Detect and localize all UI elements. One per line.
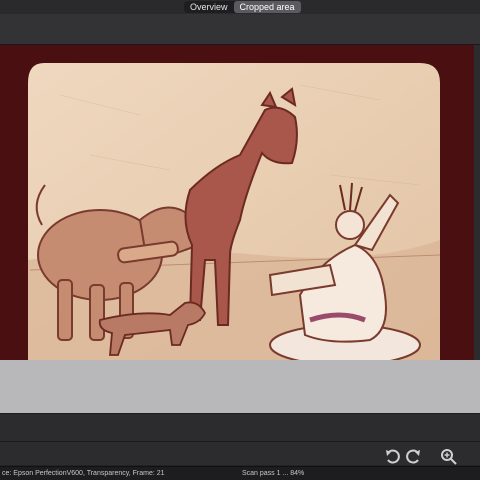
rotate-right-icon[interactable]	[404, 448, 422, 466]
status-bar: ce: Epson PerfectionV600, Transparency, …	[0, 466, 480, 480]
rotate-left-icon[interactable]	[384, 448, 402, 466]
preview-scrollbar[interactable]	[474, 45, 480, 360]
preview-empty-area	[0, 360, 480, 413]
toolbar-strip	[0, 14, 480, 45]
panel-divider	[0, 441, 480, 442]
top-bar: Overview Cropped area	[0, 0, 480, 14]
view-segmented-control: Overview Cropped area	[184, 1, 301, 13]
tab-overview[interactable]: Overview	[184, 1, 234, 13]
scan-progress-text: Scan pass 1 ... 84%	[242, 470, 305, 477]
tab-cropped-area[interactable]: Cropped area	[233, 1, 301, 13]
scanner-source-text: ce: Epson PerfectionV600, Transparency, …	[2, 470, 165, 477]
zoom-in-icon[interactable]	[440, 448, 458, 466]
scan-preview[interactable]	[0, 45, 474, 360]
scanned-slide-image	[0, 45, 474, 360]
